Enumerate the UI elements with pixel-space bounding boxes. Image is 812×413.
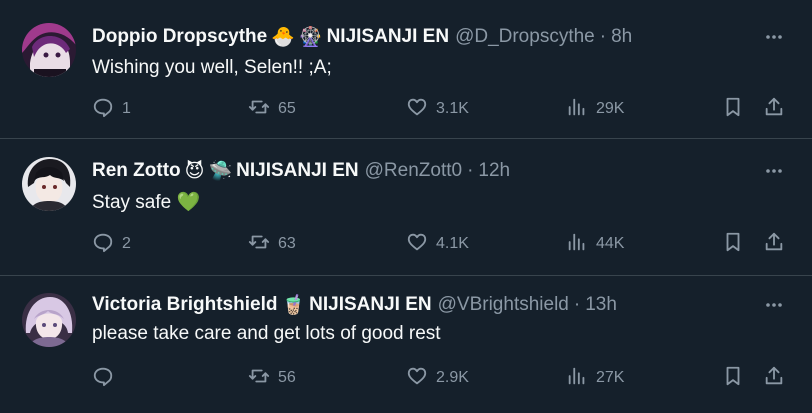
user-handle[interactable]: @D_Dropscythe [455,26,595,48]
retweet-icon [248,365,270,392]
share-button[interactable] [763,364,785,392]
heart-icon [406,96,428,123]
share-icon [763,231,785,258]
like-count: 4.1K [436,235,469,252]
retweet-icon [248,96,270,123]
timestamp[interactable]: 12h [478,160,510,182]
tweet-text: Wishing you well, Selen!! ;A; [92,57,332,78]
retweet-count: 63 [278,235,296,252]
display-name[interactable]: Doppio Dropscythe [92,26,267,48]
reply-thread: Doppio Dropscythe 🐣 🎡 NIJISANJI EN @D_Dr… [0,0,812,413]
like-button[interactable]: 3.1K [406,95,469,123]
avatar[interactable] [22,23,76,77]
reply-button[interactable]: 1 [92,95,131,123]
like-count: 3.1K [436,100,469,117]
ufo-emoji: 🛸 [208,161,233,182]
retweet-button[interactable]: 65 [248,95,296,123]
separator-dot: · [599,26,607,47]
display-name[interactable]: Ren Zotto [92,160,181,182]
reply-icon [92,231,114,258]
analytics-icon [566,365,588,392]
share-button[interactable] [763,95,785,123]
more-options-icon[interactable] [762,159,786,183]
retweet-button[interactable]: 56 [248,364,296,392]
tweet-actions: 56 2.9K 27K [92,364,792,392]
user-handle[interactable]: @RenZott0 [365,160,462,182]
bookmark-icon [722,231,744,258]
timestamp[interactable]: 8h [611,26,632,48]
tweet-header: Victoria Brightshield 🧋 NIJISANJI EN @VB… [92,293,752,317]
affiliation-label: NIJISANJI EN [236,160,359,181]
affiliation-label: NIJISANJI EN [309,294,432,315]
retweet-icon [248,231,270,258]
separator-dot: · [467,160,474,181]
bookmark-button[interactable] [722,230,744,258]
bookmark-button[interactable] [722,364,744,392]
reply-icon [92,96,114,123]
share-icon [763,96,785,123]
tweet[interactable]: Doppio Dropscythe 🐣 🎡 NIJISANJI EN @D_Dr… [0,0,812,139]
share-button[interactable] [763,230,785,258]
analytics-icon [566,231,588,258]
bookmark-icon [722,96,744,123]
tweet-actions: 1 65 3.1K 29K [92,95,792,123]
tweet-actions: 2 63 4.1K 44K [92,230,792,258]
analytics-icon [566,96,588,123]
view-count: 44K [596,235,625,252]
user-handle[interactable]: @VBrightshield [438,294,569,316]
heart-icon [406,365,428,392]
like-button[interactable]: 2.9K [406,364,469,392]
views-button[interactable]: 27K [566,364,624,392]
ferris-wheel-emoji: 🎡 [298,27,323,48]
smiling-devil-emoji: 😈 [184,160,205,182]
reply-icon [92,365,114,392]
more-options-icon[interactable] [762,25,786,49]
bookmark-icon [722,365,744,392]
tweet[interactable]: Victoria Brightshield 🧋 NIJISANJI EN @VB… [0,276,812,413]
view-count: 27K [596,369,625,386]
like-button[interactable]: 4.1K [406,230,469,258]
tweet[interactable]: Ren Zotto 😈 🛸 NIJISANJI EN @RenZott0 · 1… [0,139,812,276]
views-button[interactable]: 29K [566,95,624,123]
heart-icon [406,231,428,258]
tweet-text: Stay safe 💚 [92,192,201,213]
bubble-tea-emoji: 🧋 [281,295,306,316]
affiliation-label: NIJISANJI EN [326,26,450,47]
timestamp[interactable]: 13h [585,294,617,316]
reply-button[interactable] [92,364,122,392]
view-count: 29K [596,100,625,117]
reply-count: 1 [122,100,131,117]
retweet-count: 65 [278,100,296,117]
retweet-button[interactable]: 63 [248,230,296,258]
bookmark-button[interactable] [722,95,744,123]
display-name[interactable]: Victoria Brightshield [92,294,277,316]
tweet-text: please take care and get lots of good re… [92,323,441,344]
share-icon [763,365,785,392]
more-options-icon[interactable] [762,293,786,317]
views-button[interactable]: 44K [566,230,624,258]
tweet-header: Doppio Dropscythe 🐣 🎡 NIJISANJI EN @D_Dr… [92,25,752,49]
like-count: 2.9K [436,369,469,386]
avatar[interactable] [22,157,76,211]
tweet-header: Ren Zotto 😈 🛸 NIJISANJI EN @RenZott0 · 1… [92,159,752,183]
reply-count: 2 [122,235,131,252]
chick-emoji: 🐣 [271,27,295,48]
avatar[interactable] [22,293,76,347]
reply-button[interactable]: 2 [92,230,131,258]
retweet-count: 56 [278,369,296,386]
separator-dot: · [573,294,581,315]
